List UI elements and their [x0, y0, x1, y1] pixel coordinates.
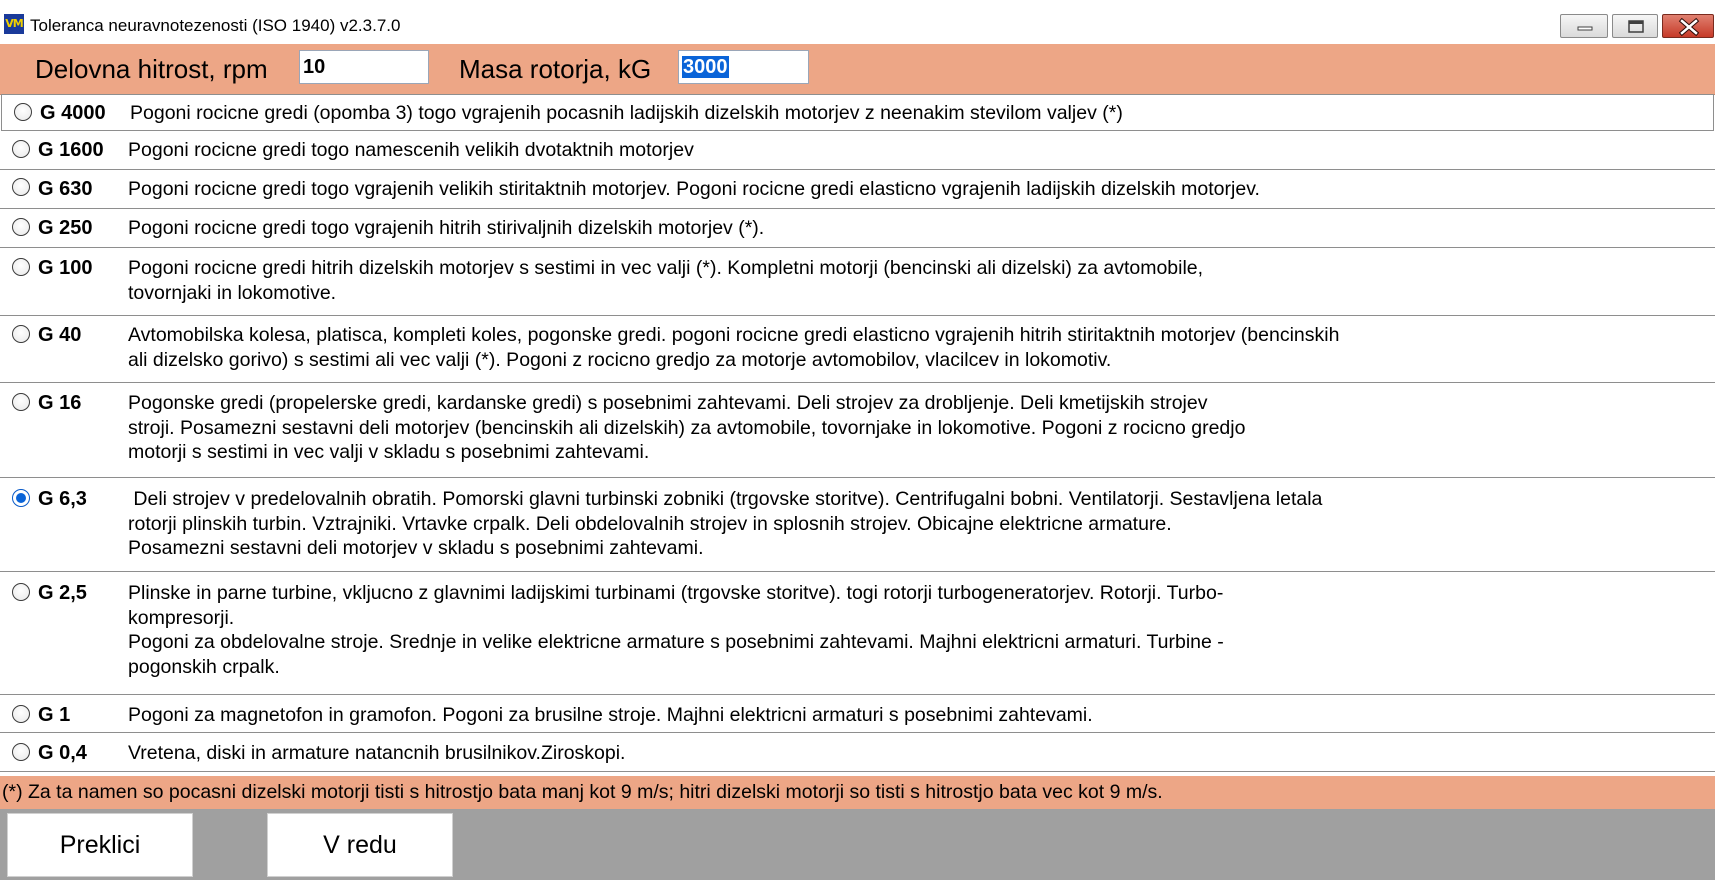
- mass-input[interactable]: 3000: [678, 50, 809, 84]
- grade-description: Pogoni rocicne gredi (opomba 3) togo vgr…: [130, 102, 1123, 124]
- grade-description: Pogoni rocicne gredi togo namescenih vel…: [128, 139, 694, 161]
- grade-row-g2-5[interactable]: G 2,5 Plinske in parne turbine, vkljucno…: [0, 572, 1715, 695]
- window-title: Toleranca neuravnotezenosti (ISO 1940) v…: [30, 16, 401, 35]
- grade-description: Vretena, diski in armature natancnih bru…: [128, 742, 626, 764]
- grade-row-g1600[interactable]: G 1600 Pogoni rocicne gredi togo namesce…: [0, 131, 1715, 170]
- speed-input[interactable]: 10: [299, 50, 429, 84]
- ok-button[interactable]: V redu: [267, 813, 453, 877]
- grade-radio-g2-5[interactable]: [12, 583, 30, 601]
- grade-row-g16[interactable]: G 16 Pogonske gredi (propelerske gredi, …: [0, 383, 1715, 478]
- grade-label: G 100: [38, 257, 93, 279]
- grade-label: G 6,3: [38, 488, 87, 510]
- grade-description: Pogoni rocicne gredi togo vgrajenih veli…: [128, 178, 1260, 200]
- speed-input-value: 10: [303, 56, 326, 78]
- grade-radio-g0-4[interactable]: [12, 743, 30, 761]
- grade-row-g100[interactable]: G 100 Pogoni rocicne gredi hitrih dizels…: [0, 248, 1715, 316]
- grade-radio-g630[interactable]: [12, 178, 30, 196]
- grade-description: Pogoni rocicne gredi hitrih dizelskih mo…: [128, 257, 1204, 304]
- footnote-text: (*) Za ta namen so pocasni dizelski moto…: [2, 781, 1163, 803]
- grade-description: Pogoni za magnetofon in gramofon. Pogoni…: [128, 704, 1093, 726]
- grade-description: Plinske in parne turbine, vkljucno z gla…: [128, 582, 1224, 678]
- grade-row-g250[interactable]: G 250 Pogoni rocicne gredi togo vgrajeni…: [0, 209, 1715, 248]
- grade-description: Deli strojev v predelovalnih obratih. Po…: [128, 488, 1323, 559]
- grade-radio-g1[interactable]: [12, 705, 30, 723]
- application-window: VM Toleranca neuravnotezenosti (ISO 1940…: [0, 0, 1715, 880]
- app-logo-icon: VM: [4, 14, 24, 34]
- grade-row-g6-3[interactable]: G 6,3 Deli strojev v predelovalnih obrat…: [0, 478, 1715, 572]
- cancel-button[interactable]: Preklici: [7, 813, 193, 877]
- maximize-icon: [1628, 20, 1644, 33]
- grade-row-g0-4[interactable]: G 0,4 Vretena, diski in armature natancn…: [0, 733, 1715, 772]
- maximize-button[interactable]: [1612, 14, 1658, 38]
- footnote-band: (*) Za ta namen so pocasni dizelski moto…: [0, 776, 1715, 809]
- mass-input-value: 3000: [682, 56, 729, 78]
- grade-row-g40[interactable]: G 40 Avtomobilska kolesa, platisca, komp…: [0, 316, 1715, 383]
- grade-label: G 16: [38, 392, 82, 414]
- grade-label: G 1600: [38, 139, 104, 161]
- parameters-header: Delovna hitrost, rpm 10 Masa rotorja, kG…: [0, 44, 1715, 95]
- grade-radio-g250[interactable]: [12, 218, 30, 236]
- grade-radio-g4000[interactable]: [14, 103, 32, 121]
- grade-label: G 630: [38, 178, 93, 200]
- balance-grade-list: G 4000 Pogoni rocicne gredi (opomba 3) t…: [0, 94, 1715, 772]
- grade-label: G 250: [38, 217, 93, 239]
- minimize-icon: [1577, 26, 1593, 31]
- grade-label: G 40: [38, 324, 82, 346]
- grade-row-g630[interactable]: G 630 Pogoni rocicne gredi togo vgrajeni…: [0, 170, 1715, 209]
- grade-label: G 0,4: [38, 742, 87, 764]
- grade-row-g4000[interactable]: G 4000 Pogoni rocicne gredi (opomba 3) t…: [1, 94, 1714, 131]
- minimize-button[interactable]: [1560, 14, 1608, 38]
- grade-radio-g6-3[interactable]: [12, 489, 30, 507]
- grade-row-g1[interactable]: G 1 Pogoni za magnetofon in gramofon. Po…: [0, 695, 1715, 733]
- grade-radio-g1600[interactable]: [12, 140, 30, 158]
- grade-description: Pogoni rocicne gredi togo vgrajenih hitr…: [128, 217, 765, 239]
- grade-label: G 2,5: [38, 582, 87, 604]
- grade-radio-g100[interactable]: [12, 258, 30, 276]
- grade-description: Pogonske gredi (propelerske gredi, karda…: [128, 392, 1246, 463]
- grade-label: G 1: [38, 704, 71, 726]
- grade-radio-g40[interactable]: [12, 325, 30, 343]
- speed-label: Delovna hitrost, rpm: [35, 54, 268, 84]
- close-button[interactable]: [1662, 14, 1714, 38]
- grade-radio-g16[interactable]: [12, 393, 30, 411]
- button-bar: Preklici V redu: [0, 809, 1715, 880]
- title-bar[interactable]: VM Toleranca neuravnotezenosti (ISO 1940…: [0, 0, 1715, 45]
- grade-label: G 4000: [40, 102, 106, 124]
- mass-label: Masa rotorja, kG: [459, 54, 652, 84]
- close-icon: [1678, 17, 1700, 37]
- grade-description: Avtomobilska kolesa, platisca, kompleti …: [128, 324, 1340, 371]
